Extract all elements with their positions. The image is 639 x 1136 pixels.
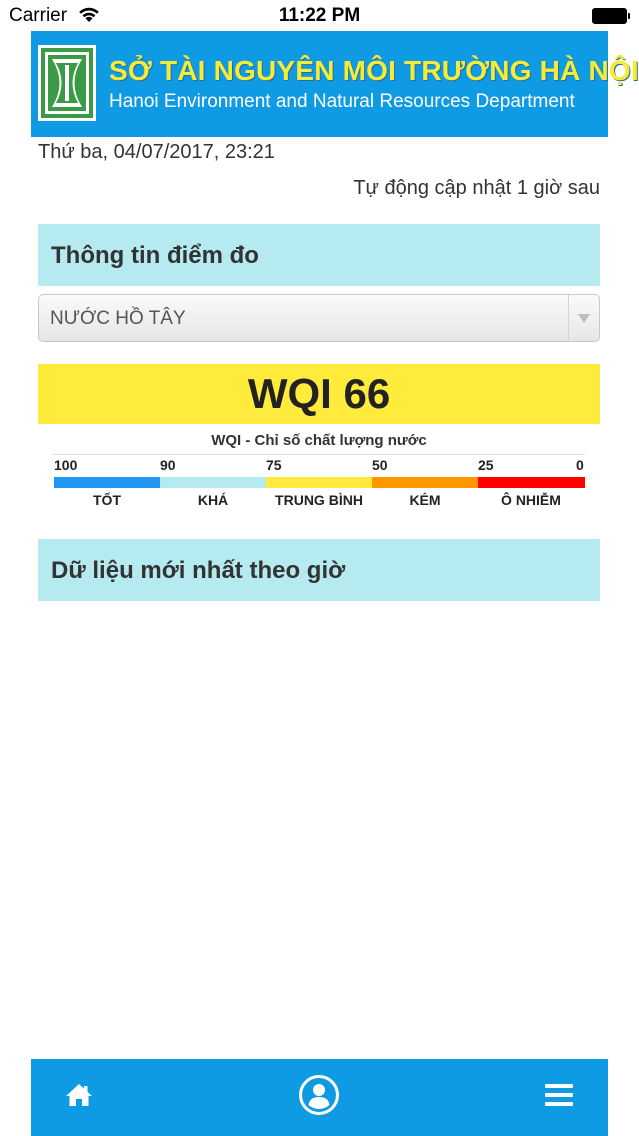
- scale-label-average: TRUNG BÌNH: [275, 492, 363, 508]
- current-datetime: Thứ ba, 04/07/2017, 23:21: [38, 141, 275, 163]
- scale-number: 75: [266, 457, 282, 473]
- header-title: SỞ TÀI NGUYÊN MÔI TRƯỜNG HÀ NỘI: [109, 55, 639, 86]
- scale-segment-polluted: [478, 477, 585, 488]
- scale-divider: [53, 454, 585, 455]
- station-info-header: Thông tin điểm đo: [38, 224, 600, 286]
- scale-label-polluted: Ô NHIỄM: [501, 492, 561, 508]
- hourly-data-header: Dữ liệu mới nhất theo giờ: [38, 539, 600, 601]
- scale-label-poor: KÉM: [409, 492, 441, 508]
- tab-home[interactable]: [47, 1059, 111, 1136]
- scale-label-fair: KHÁ: [197, 492, 229, 508]
- hourly-data-title: Dữ liệu mới nhất theo giờ: [51, 557, 346, 584]
- tab-profile[interactable]: [287, 1059, 351, 1136]
- scale-segment-poor: [372, 477, 478, 488]
- department-logo-icon: [38, 45, 96, 121]
- scale-number: 25: [478, 457, 494, 473]
- header-banner: SỞ TÀI NGUYÊN MÔI TRƯỜNG HÀ NỘI Hanoi En…: [31, 31, 639, 137]
- bottom-tab-bar: [31, 1059, 608, 1136]
- wqi-banner: WQI 66: [38, 364, 600, 424]
- scale-label-good: TỐT: [93, 492, 121, 508]
- station-select[interactable]: NƯỚC HỒ TÂY: [38, 294, 600, 342]
- wqi-scale-title: WQI - Chỉ số chất lượng nước: [211, 432, 427, 449]
- status-bar: Carrier 11:22 PM: [0, 0, 639, 32]
- tab-menu[interactable]: [527, 1059, 591, 1136]
- header-subtitle: Hanoi Environment and Natural Resources …: [109, 91, 575, 112]
- scale-number: 50: [372, 457, 388, 473]
- battery-icon: [592, 8, 630, 24]
- chevron-down-icon[interactable]: [568, 295, 599, 341]
- menu-icon: [545, 1083, 573, 1112]
- wqi-value: WQI 66: [247, 370, 391, 417]
- user-profile-icon: [298, 1074, 340, 1121]
- station-select-value: NƯỚC HỒ TÂY: [50, 308, 186, 329]
- scale-segment-average: [266, 477, 372, 488]
- scale-segment-fair: [160, 477, 266, 488]
- clock-time: 11:22 PM: [278, 5, 361, 26]
- scale-number: 100: [54, 457, 78, 473]
- scale-number: 90: [160, 457, 176, 473]
- scale-number: 0: [576, 457, 584, 473]
- station-info-title: Thông tin điểm đo: [51, 242, 259, 269]
- home-icon: [65, 1082, 93, 1113]
- auto-update-note: Tự động cập nhật 1 giờ sau: [353, 177, 600, 199]
- scale-segment-good: [54, 477, 160, 488]
